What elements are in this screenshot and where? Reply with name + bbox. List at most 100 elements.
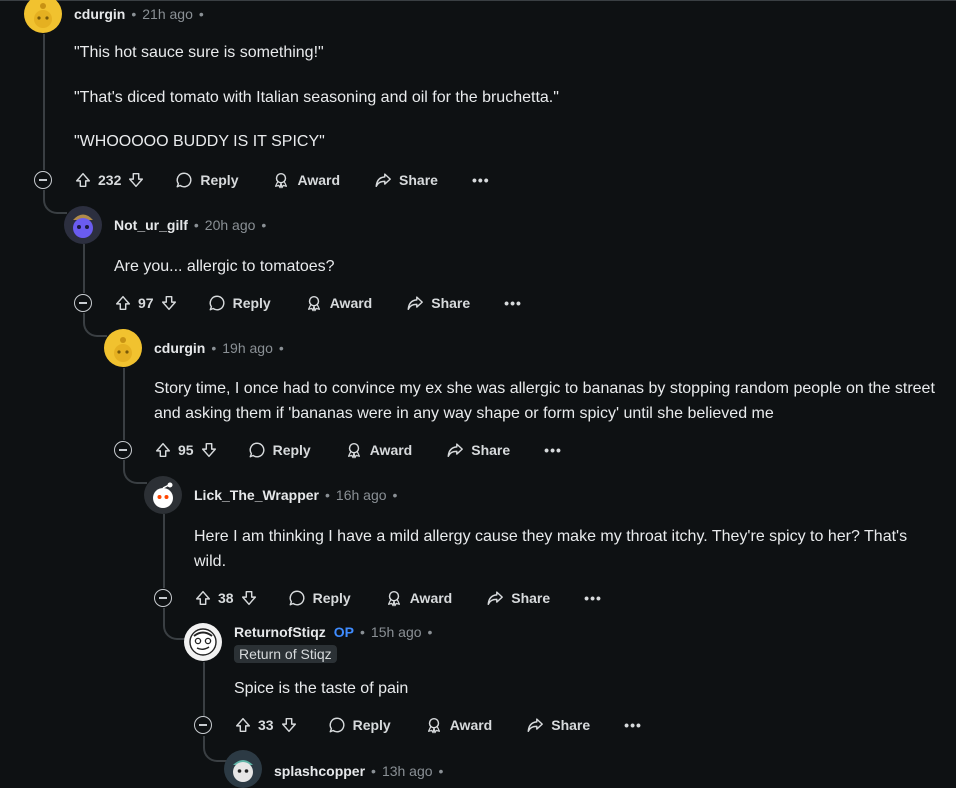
comment-paragraph: Spice is the taste of pain: [234, 680, 409, 697]
downvote-icon[interactable]: [200, 441, 218, 459]
separator: •: [438, 763, 444, 779]
more-options-button[interactable]: •••: [504, 295, 522, 311]
share-icon: [447, 443, 464, 458]
share-button[interactable]: Share: [406, 294, 470, 312]
user-avatar[interactable]: [104, 329, 142, 367]
downvote-icon[interactable]: [280, 716, 298, 734]
username[interactable]: Not_ur_gilf: [114, 217, 188, 233]
vote-count: 232: [98, 172, 122, 188]
comment-body: Here I am thinking I have a mild allergy…: [194, 525, 939, 574]
comment-header: Lick_The_Wrapper • 16h ago •: [194, 479, 397, 511]
comment-header: cdurgin • 19h ago •: [154, 332, 284, 364]
comment-paragraph: Are you... allergic to tomatoes?: [114, 258, 335, 275]
comment-icon: [209, 295, 225, 311]
timestamp[interactable]: 16h ago: [336, 487, 387, 503]
share-button[interactable]: Share: [374, 171, 438, 189]
collapse-thread-button[interactable]: [34, 171, 52, 189]
downvote-icon[interactable]: [127, 171, 145, 189]
downvote-icon[interactable]: [160, 294, 178, 312]
award-label: Award: [297, 172, 341, 188]
downvote-icon[interactable]: [240, 589, 258, 607]
upvote-icon[interactable]: [234, 716, 252, 734]
username[interactable]: cdurgin: [154, 340, 205, 356]
award-icon: [387, 590, 400, 607]
award-icon: [275, 172, 288, 189]
timestamp[interactable]: 13h ago: [382, 763, 433, 779]
username[interactable]: splashcopper: [274, 763, 365, 779]
reply-button[interactable]: Reply: [208, 294, 271, 312]
comment-actions: 33 Reply Award Share •••: [194, 709, 642, 741]
reply-button[interactable]: Reply: [175, 171, 238, 189]
username[interactable]: cdurgin: [74, 6, 125, 22]
more-options-button[interactable]: •••: [624, 717, 642, 733]
upvote-icon[interactable]: [74, 171, 92, 189]
comment-actions: 38 Reply Award Share •••: [154, 582, 602, 614]
share-label: Share: [511, 590, 551, 606]
upvote-icon[interactable]: [194, 589, 212, 607]
timestamp[interactable]: 19h ago: [222, 340, 273, 356]
comment-paragraph: "WHOOOOO BUDDY IS IT SPICY": [74, 133, 325, 150]
comment-paragraph: "This hot sauce sure is something!": [74, 44, 324, 61]
share-label: Share: [431, 295, 471, 311]
upvote-icon[interactable]: [114, 294, 132, 312]
separator: •: [360, 624, 365, 640]
separator: •: [427, 624, 433, 640]
comment-actions: 95 Reply Award Share •••: [114, 434, 562, 466]
comment-icon: [329, 717, 345, 733]
award-button[interactable]: Award: [305, 294, 372, 312]
award-button[interactable]: Award: [425, 716, 492, 734]
reply-label: Reply: [232, 295, 271, 311]
more-options-button[interactable]: •••: [544, 442, 562, 458]
share-button[interactable]: Share: [526, 716, 590, 734]
reply-button[interactable]: Reply: [288, 589, 351, 607]
more-options-button[interactable]: •••: [584, 590, 602, 606]
share-label: Share: [471, 442, 511, 458]
vote-count: 33: [258, 717, 274, 733]
user-avatar[interactable]: [224, 750, 262, 788]
username[interactable]: ReturnofStiqz: [234, 624, 326, 640]
timestamp[interactable]: 15h ago: [371, 624, 422, 640]
thread-line: [163, 514, 165, 588]
award-button[interactable]: Award: [385, 589, 452, 607]
share-icon: [487, 591, 504, 606]
user-avatar[interactable]: [64, 206, 102, 244]
collapse-thread-button[interactable]: [194, 716, 212, 734]
upvote-icon[interactable]: [154, 441, 172, 459]
more-options-button[interactable]: •••: [472, 172, 490, 188]
award-icon: [347, 442, 360, 459]
share-button[interactable]: Share: [446, 441, 510, 459]
user-avatar[interactable]: [24, 0, 62, 33]
comment-actions: 232 Reply Award Share •••: [34, 164, 490, 196]
vote-controls: 95: [154, 441, 218, 459]
separator: •: [131, 6, 137, 22]
op-badge: OP: [333, 624, 354, 640]
user-avatar[interactable]: [184, 623, 222, 661]
timestamp[interactable]: 20h ago: [205, 217, 256, 233]
username[interactable]: Lick_The_Wrapper: [194, 487, 319, 503]
timestamp[interactable]: 21h ago: [142, 6, 193, 22]
award-button[interactable]: Award: [272, 171, 340, 189]
share-icon: [375, 173, 391, 188]
thread-line: [123, 368, 125, 440]
vote-controls: 38: [194, 589, 258, 607]
award-icon: [307, 295, 320, 312]
reply-button[interactable]: Reply: [248, 441, 311, 459]
vote-controls: 97: [114, 294, 178, 312]
user-avatar[interactable]: [144, 476, 182, 514]
comment-body: Story time, I once had to convince my ex…: [154, 377, 939, 426]
comment-body: "This hot sauce sure is something!" "Tha…: [74, 41, 934, 155]
snoo-avatar-icon: [73, 214, 93, 238]
share-button[interactable]: Share: [486, 589, 550, 607]
award-icon: [427, 717, 440, 734]
separator: •: [193, 217, 199, 233]
collapse-thread-button[interactable]: [154, 589, 172, 607]
award-button[interactable]: Award: [345, 441, 412, 459]
reply-button[interactable]: Reply: [328, 716, 391, 734]
comment-paragraph: Here I am thinking I have a mild allergy…: [194, 528, 908, 570]
separator: •: [261, 217, 267, 233]
separator: •: [198, 6, 204, 22]
collapse-thread-button[interactable]: [74, 294, 92, 312]
comment-icon: [289, 590, 305, 606]
share-icon: [527, 718, 544, 733]
collapse-thread-button[interactable]: [114, 441, 132, 459]
